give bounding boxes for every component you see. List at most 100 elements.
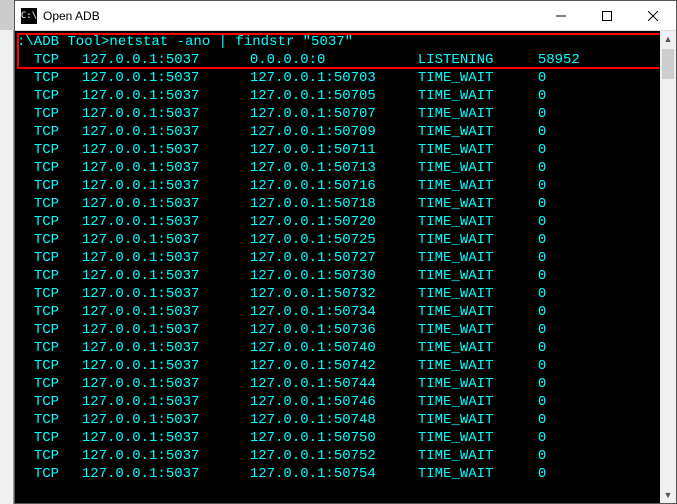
col-proto: TCP xyxy=(34,447,82,465)
col-state: TIME_WAIT xyxy=(418,375,538,393)
col-local-address: 127.0.0.1:5037 xyxy=(82,285,250,303)
col-state: TIME_WAIT xyxy=(418,231,538,249)
col-foreign-address: 127.0.0.1:50713 xyxy=(250,159,418,177)
col-state: TIME_WAIT xyxy=(418,213,538,231)
col-pid: 0 xyxy=(538,285,546,303)
col-state: TIME_WAIT xyxy=(418,465,538,483)
col-local-address: 127.0.0.1:5037 xyxy=(82,267,250,285)
col-proto: TCP xyxy=(34,339,82,357)
close-button[interactable] xyxy=(630,1,676,30)
col-pid: 0 xyxy=(538,213,546,231)
col-pid: 0 xyxy=(538,303,546,321)
minimize-button[interactable] xyxy=(538,1,584,30)
col-local-address: 127.0.0.1:5037 xyxy=(82,429,250,447)
col-local-address: 127.0.0.1:5037 xyxy=(82,411,250,429)
col-proto: TCP xyxy=(34,303,82,321)
col-proto: TCP xyxy=(34,285,82,303)
netstat-row: TCP127.0.0.1:5037127.0.0.1:50732TIME_WAI… xyxy=(17,285,672,303)
col-local-address: 127.0.0.1:5037 xyxy=(82,51,250,69)
col-pid: 0 xyxy=(538,321,546,339)
col-proto: TCP xyxy=(34,357,82,375)
col-local-address: 127.0.0.1:5037 xyxy=(82,213,250,231)
netstat-row: TCP127.0.0.1:5037127.0.0.1:50718TIME_WAI… xyxy=(17,195,672,213)
scroll-up-arrow[interactable]: ▲ xyxy=(660,31,676,47)
netstat-row: TCP127.0.0.1:5037127.0.0.1:50727TIME_WAI… xyxy=(17,249,672,267)
col-pid: 0 xyxy=(538,447,546,465)
netstat-row: TCP127.0.0.1:5037127.0.0.1:50709TIME_WAI… xyxy=(17,123,672,141)
col-local-address: 127.0.0.1:5037 xyxy=(82,159,250,177)
col-local-address: 127.0.0.1:5037 xyxy=(82,105,250,123)
col-pid: 0 xyxy=(538,159,546,177)
netstat-row: TCP127.0.0.1:5037127.0.0.1:50746TIME_WAI… xyxy=(17,393,672,411)
col-pid: 0 xyxy=(538,411,546,429)
prompt-text: :\ADB Tool> xyxy=(17,34,109,50)
col-local-address: 127.0.0.1:5037 xyxy=(82,231,250,249)
col-proto: TCP xyxy=(34,177,82,195)
netstat-row: TCP127.0.0.1:5037127.0.0.1:50725TIME_WAI… xyxy=(17,231,672,249)
col-local-address: 127.0.0.1:5037 xyxy=(82,177,250,195)
col-state: TIME_WAIT xyxy=(418,285,538,303)
col-local-address: 127.0.0.1:5037 xyxy=(82,393,250,411)
col-state: TIME_WAIT xyxy=(418,195,538,213)
col-pid: 58952 xyxy=(538,51,580,69)
window-title: Open ADB xyxy=(43,9,538,23)
console-window: C:\ Open ADB :\ADB Tool>netstat -ano | f… xyxy=(14,0,677,504)
col-pid: 0 xyxy=(538,339,546,357)
col-state: TIME_WAIT xyxy=(418,141,538,159)
col-proto: TCP xyxy=(34,195,82,213)
col-proto: TCP xyxy=(34,141,82,159)
maximize-button[interactable] xyxy=(584,1,630,30)
col-state: TIME_WAIT xyxy=(418,447,538,465)
scroll-down-arrow[interactable]: ▼ xyxy=(660,487,676,503)
titlebar[interactable]: C:\ Open ADB xyxy=(15,1,676,31)
col-foreign-address: 127.0.0.1:50734 xyxy=(250,303,418,321)
col-foreign-address: 127.0.0.1:50754 xyxy=(250,465,418,483)
col-proto: TCP xyxy=(34,159,82,177)
netstat-row: TCP127.0.0.1:5037127.0.0.1:50716TIME_WAI… xyxy=(17,177,672,195)
vertical-scrollbar[interactable]: ▲ ▼ xyxy=(660,31,676,503)
col-proto: TCP xyxy=(34,87,82,105)
col-local-address: 127.0.0.1:5037 xyxy=(82,357,250,375)
col-foreign-address: 127.0.0.1:50727 xyxy=(250,249,418,267)
col-proto: TCP xyxy=(34,231,82,249)
col-pid: 0 xyxy=(538,465,546,483)
col-state: TIME_WAIT xyxy=(418,267,538,285)
netstat-row: TCP127.0.0.1:5037127.0.0.1:50734TIME_WAI… xyxy=(17,303,672,321)
col-state: TIME_WAIT xyxy=(418,357,538,375)
netstat-row: TCP127.0.0.1:5037127.0.0.1:50744TIME_WAI… xyxy=(17,375,672,393)
netstat-row: TCP127.0.0.1:5037127.0.0.1:50707TIME_WAI… xyxy=(17,105,672,123)
netstat-row: TCP127.0.0.1:5037127.0.0.1:50752TIME_WAI… xyxy=(17,447,672,465)
col-state: TIME_WAIT xyxy=(418,393,538,411)
col-state: TIME_WAIT xyxy=(418,321,538,339)
col-pid: 0 xyxy=(538,105,546,123)
col-pid: 0 xyxy=(538,87,546,105)
col-foreign-address: 127.0.0.1:50748 xyxy=(250,411,418,429)
col-local-address: 127.0.0.1:5037 xyxy=(82,339,250,357)
col-pid: 0 xyxy=(538,141,546,159)
col-state: TIME_WAIT xyxy=(418,249,538,267)
netstat-row: TCP127.0.0.1:5037127.0.0.1:50754TIME_WAI… xyxy=(17,465,672,483)
netstat-row: TCP127.0.0.1:5037127.0.0.1:50711TIME_WAI… xyxy=(17,141,672,159)
col-state: LISTENING xyxy=(418,51,538,69)
col-local-address: 127.0.0.1:5037 xyxy=(82,375,250,393)
col-proto: TCP xyxy=(34,429,82,447)
scrollbar-thumb[interactable] xyxy=(662,49,674,79)
col-proto: TCP xyxy=(34,249,82,267)
col-pid: 0 xyxy=(538,267,546,285)
col-pid: 0 xyxy=(538,393,546,411)
col-pid: 0 xyxy=(538,177,546,195)
col-foreign-address: 127.0.0.1:50716 xyxy=(250,177,418,195)
col-foreign-address: 127.0.0.1:50718 xyxy=(250,195,418,213)
col-local-address: 127.0.0.1:5037 xyxy=(82,141,250,159)
netstat-row: TCP127.0.0.1:5037127.0.0.1:50740TIME_WAI… xyxy=(17,339,672,357)
col-proto: TCP xyxy=(34,267,82,285)
col-state: TIME_WAIT xyxy=(418,87,538,105)
col-local-address: 127.0.0.1:5037 xyxy=(82,195,250,213)
col-proto: TCP xyxy=(34,123,82,141)
terminal-output[interactable]: :\ADB Tool>netstat -ano | findstr "5037"… xyxy=(15,31,676,503)
col-proto: TCP xyxy=(34,465,82,483)
col-foreign-address: 127.0.0.1:50750 xyxy=(250,429,418,447)
col-foreign-address: 127.0.0.1:50752 xyxy=(250,447,418,465)
col-state: TIME_WAIT xyxy=(418,105,538,123)
col-state: TIME_WAIT xyxy=(418,177,538,195)
